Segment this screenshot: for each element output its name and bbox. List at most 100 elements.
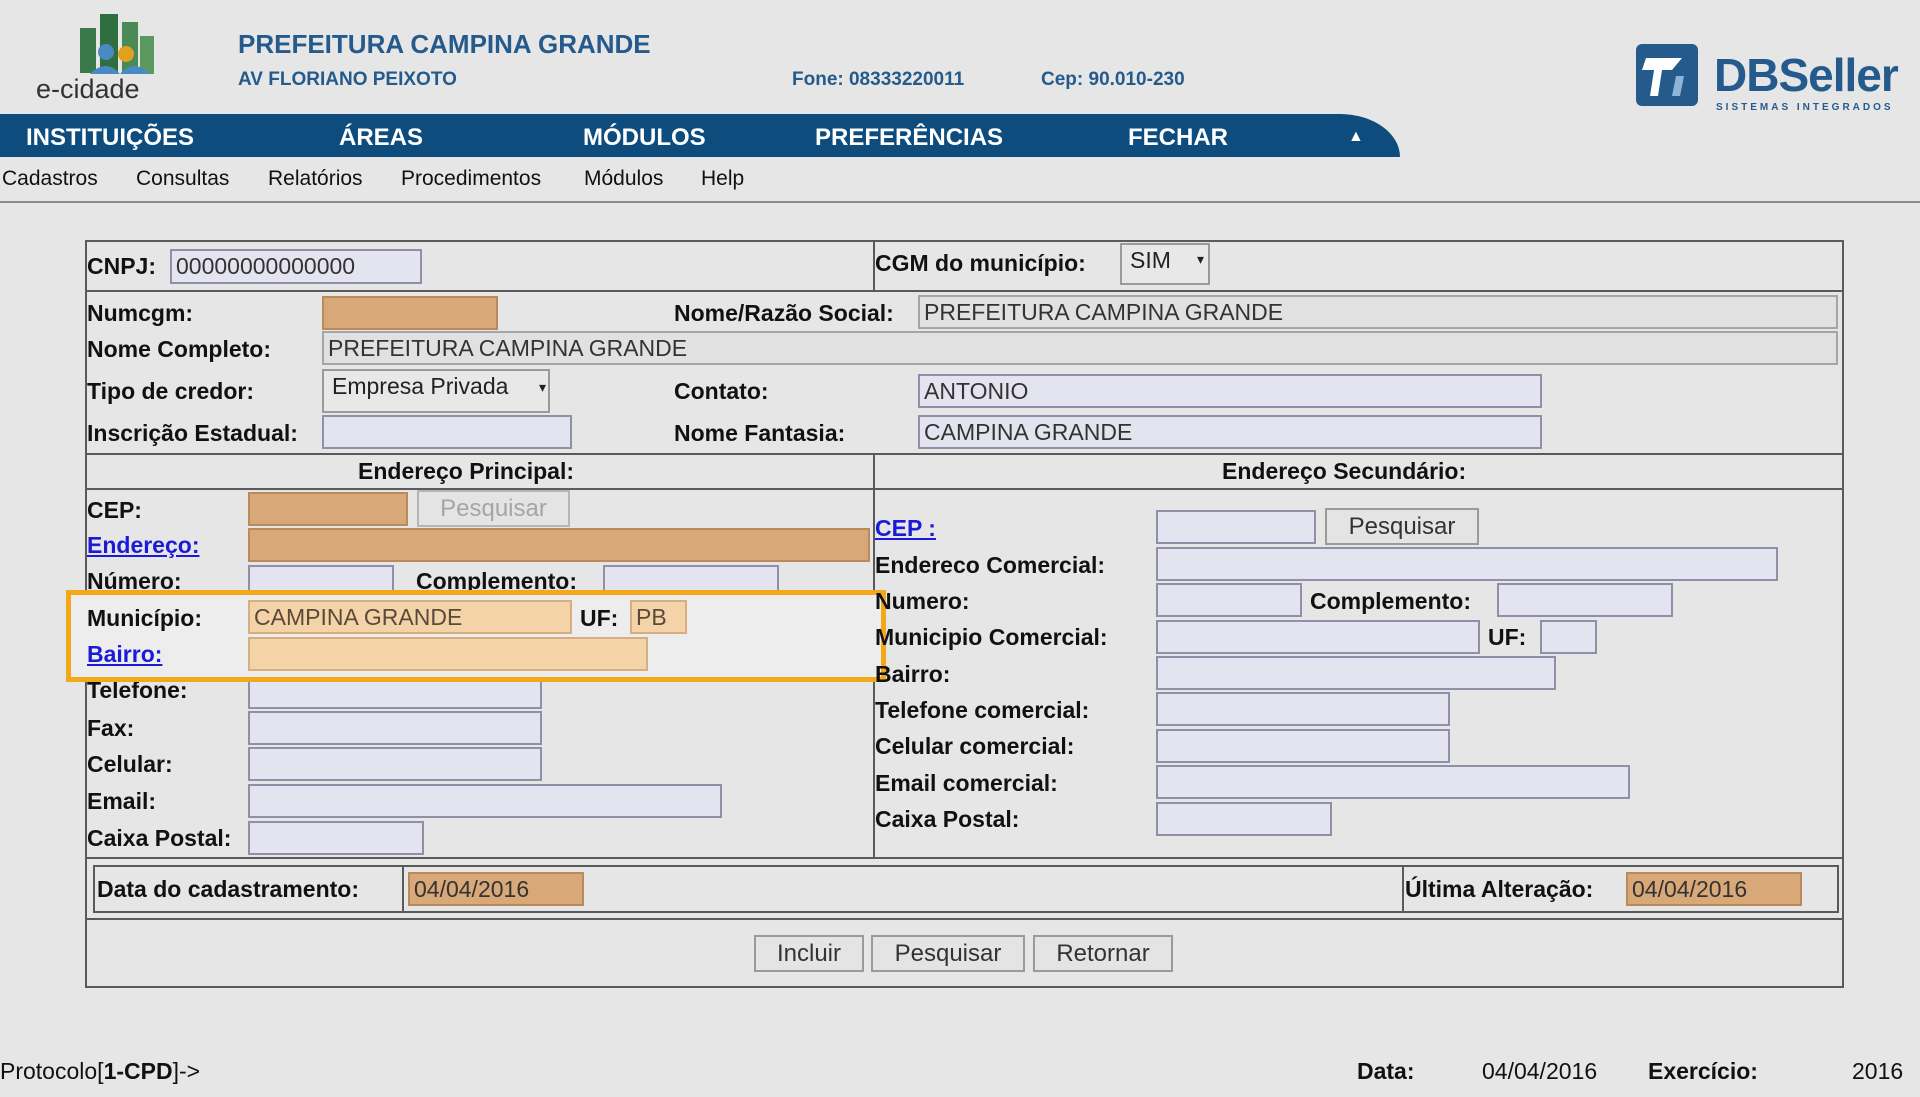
numcgm-field[interactable] — [322, 296, 498, 330]
incluir-button[interactable]: Incluir — [754, 935, 864, 972]
menu-procedimentos[interactable]: Procedimentos — [401, 167, 541, 191]
endereco-secundario-title: Endereço Secundário: — [1222, 458, 1467, 484]
municipio-comercial-label: Municipio Comercial: — [875, 624, 1108, 650]
caixa-postal-comercial-field[interactable] — [1156, 802, 1332, 836]
menu-consultas[interactable]: Consultas — [136, 167, 229, 191]
telefone-comercial-field[interactable] — [1156, 692, 1450, 726]
celular-label: Celular: — [87, 751, 173, 777]
divider — [85, 857, 1842, 859]
tipo-credor-label: Tipo de credor: — [87, 378, 254, 404]
menu-bar: Cadastros Consultas Relatórios Procedime… — [0, 157, 1920, 203]
contato-label: Contato: — [674, 378, 769, 404]
numero-comercial-field[interactable] — [1156, 583, 1302, 617]
org-address: AV FLORIANO PEIXOTO — [238, 69, 457, 90]
divider — [1402, 865, 1404, 913]
telefone-label: Telefone: — [87, 682, 188, 703]
bairro-link[interactable]: Bairro: — [87, 641, 162, 668]
nav-areas[interactable]: ÁREAS — [339, 124, 423, 152]
collapse-up-icon[interactable]: ▲ — [1348, 128, 1364, 146]
nome-razao-field[interactable]: PREFEITURA CAMPINA GRANDE — [918, 295, 1838, 329]
nav-modulos[interactable]: MÓDULOS — [583, 124, 706, 152]
nome-fantasia-field[interactable]: CAMPINA GRANDE — [918, 415, 1542, 449]
inscricao-estadual-label: Inscrição Estadual: — [87, 420, 298, 446]
menu-cadastros[interactable]: Cadastros — [2, 167, 98, 191]
caixa-postal-field[interactable] — [248, 821, 424, 855]
dbseller-logo: DBSeller SISTEMAS INTEGRADOS — [1632, 40, 1902, 120]
uf-field[interactable]: PB — [630, 600, 687, 634]
nav-instituicoes[interactable]: INSTITUIÇÕES — [26, 124, 194, 152]
endereco-link[interactable]: Endereço: — [87, 532, 199, 559]
endereco-field[interactable] — [248, 528, 870, 562]
municipio-comercial-field[interactable] — [1156, 620, 1480, 654]
nome-fantasia-label: Nome Fantasia: — [674, 420, 846, 446]
pesquisar-button[interactable]: Pesquisar — [871, 935, 1025, 972]
celular-comercial-label: Celular comercial: — [875, 733, 1075, 759]
endereco-comercial-field[interactable] — [1156, 547, 1778, 581]
menu-modulos[interactable]: Módulos — [584, 167, 663, 191]
pesquisar-cep-secundario-button[interactable]: Pesquisar — [1325, 508, 1479, 545]
city-logo-icon — [80, 14, 154, 74]
ultima-alteracao-label: Última Alteração: — [1405, 876, 1594, 902]
divider — [85, 453, 1842, 455]
tipo-credor-value: Empresa Privada — [332, 373, 509, 399]
fax-field[interactable] — [248, 711, 542, 745]
protocolo-suffix: ]-> — [172, 1058, 201, 1084]
cnpj-label: CNPJ: — [87, 253, 157, 279]
telefone-comercial-label: Telefone comercial: — [875, 697, 1090, 723]
bairro-comercial-field[interactable] — [1156, 656, 1556, 690]
telefone-label-wrap: Telefone: — [87, 682, 247, 705]
footer-data-value: 04/04/2016 — [1482, 1058, 1598, 1084]
logo-text: e-cidade — [36, 74, 140, 104]
cep-secundario-link[interactable]: CEP : — [875, 515, 936, 542]
cep-secundario-field[interactable] — [1156, 510, 1316, 544]
protocolo-prefix: Protocolo[ — [0, 1058, 104, 1084]
footer-exercicio-label: Exercício: — [1648, 1058, 1758, 1084]
data-cadastramento-field[interactable]: 04/04/2016 — [408, 872, 584, 906]
footer-exercicio-value: 2016 — [1852, 1058, 1904, 1084]
nome-completo-field[interactable]: PREFEITURA CAMPINA GRANDE — [322, 331, 1838, 365]
uf-label: UF: — [580, 605, 619, 631]
vendor-tagline: SISTEMAS INTEGRADOS — [1716, 102, 1894, 113]
numcgm-label: Numcgm: — [87, 300, 194, 326]
e-cidade-logo[interactable]: e-cidade — [36, 6, 176, 106]
contato-field[interactable]: ANTONIO — [918, 374, 1542, 408]
dbseller-mark-icon — [1636, 44, 1698, 106]
bairro-field[interactable] — [248, 637, 648, 671]
cgm-municipio-label: CGM do município: — [875, 250, 1086, 276]
municipio-label: Município: — [87, 605, 202, 631]
inscricao-estadual-field[interactable] — [322, 415, 572, 449]
caixa-postal-comercial-label: Caixa Postal: — [875, 806, 1020, 832]
menu-help[interactable]: Help — [701, 167, 744, 191]
tipo-credor-select[interactable]: Empresa Privada ▾ — [322, 369, 550, 413]
nav-fechar[interactable]: FECHAR — [1128, 124, 1228, 152]
cnpj-field[interactable]: 00000000000000 — [170, 249, 422, 284]
org-title: PREFEITURA CAMPINA GRANDE — [238, 29, 651, 59]
nome-completo-label: Nome Completo: — [87, 336, 271, 362]
endereco-principal-title: Endereço Principal: — [358, 458, 575, 484]
uf-comercial-field[interactable] — [1540, 620, 1597, 654]
nav-preferencias[interactable]: PREFERÊNCIAS — [815, 124, 1003, 152]
divider — [402, 865, 404, 913]
email-comercial-field[interactable] — [1156, 765, 1630, 799]
top-nav: INSTITUIÇÕES ÁREAS MÓDULOS PREFERÊNCIAS … — [0, 114, 1400, 157]
municipio-field[interactable]: CAMPINA GRANDE — [248, 600, 572, 634]
divider — [85, 290, 1842, 292]
protocolo-code: 1-CPD — [103, 1058, 173, 1084]
ultima-alteracao-field[interactable]: 04/04/2016 — [1626, 872, 1802, 906]
celular-comercial-field[interactable] — [1156, 729, 1450, 763]
menu-relatorios[interactable]: Relatórios — [268, 167, 363, 191]
divider — [85, 918, 1842, 920]
org-cep: Cep: 90.010-230 — [1041, 69, 1185, 90]
numero-comercial-label: Numero: — [875, 588, 970, 614]
endereco-comercial-label: Endereco Comercial: — [875, 552, 1106, 578]
retornar-button[interactable]: Retornar — [1033, 935, 1173, 972]
cep-field[interactable] — [248, 492, 408, 526]
email-field[interactable] — [248, 784, 722, 818]
telefone-field[interactable] — [248, 682, 542, 709]
complemento-comercial-field[interactable] — [1497, 583, 1673, 617]
celular-field[interactable] — [248, 747, 542, 781]
cgm-municipio-select[interactable]: SIM ▾ — [1120, 243, 1210, 285]
pesquisar-cep-button[interactable]: Pesquisar — [417, 490, 570, 527]
chevron-down-icon: ▾ — [538, 379, 546, 395]
divider — [85, 488, 1842, 490]
